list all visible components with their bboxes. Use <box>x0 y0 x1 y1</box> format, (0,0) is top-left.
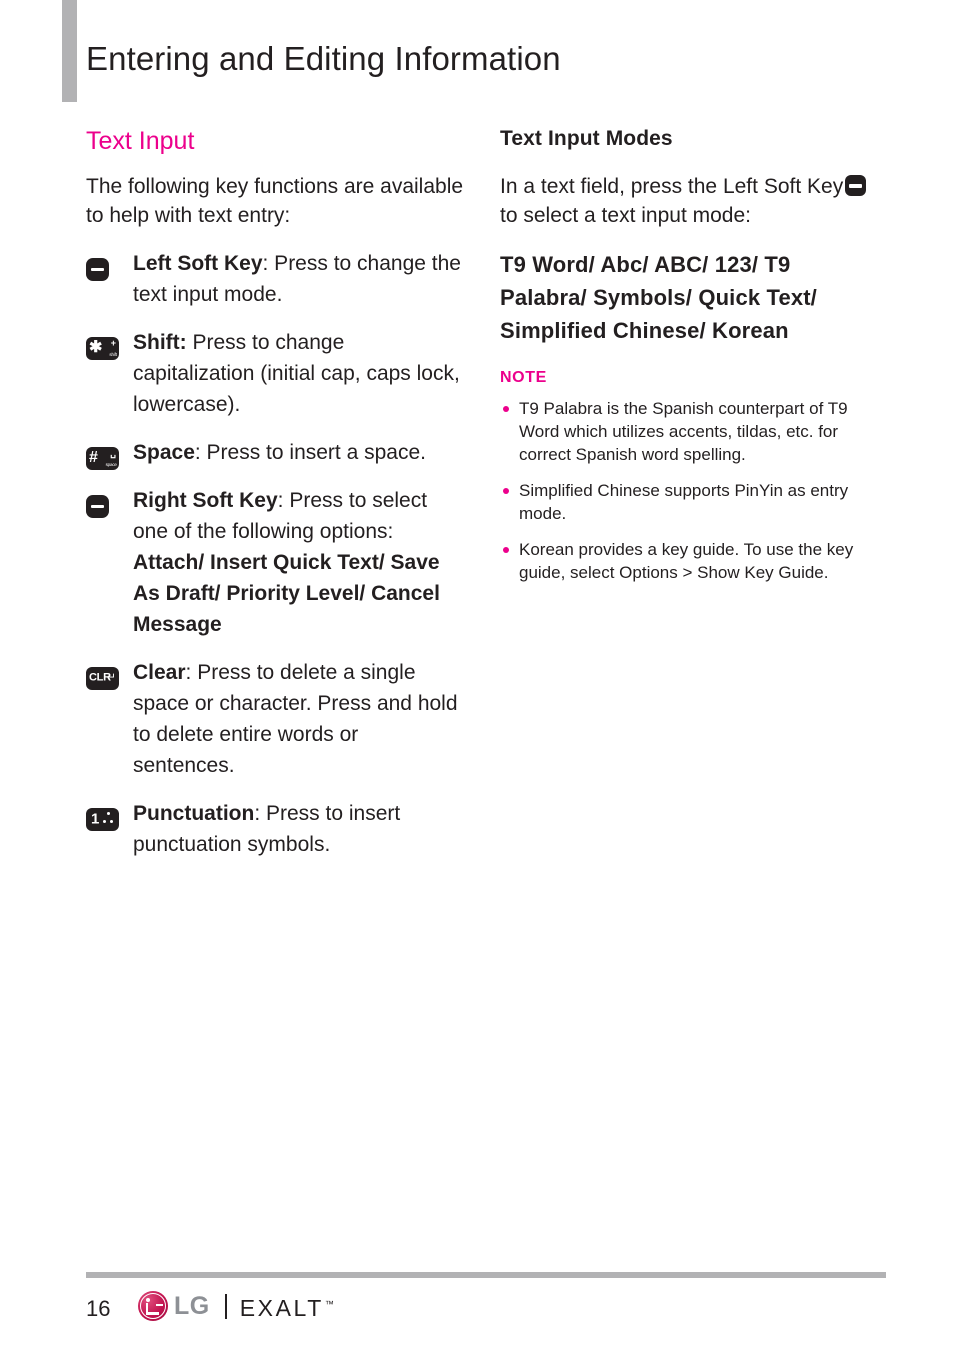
key-options-right-soft-key: Attach/ Insert Quick Text/ Save As Draft… <box>133 551 440 636</box>
left-soft-key-icon <box>86 253 109 284</box>
brand-lg-text: LG <box>174 1291 210 1320</box>
shift-key-icon: ✱ + shift <box>86 332 119 363</box>
left-column: Text Input The following key functions a… <box>86 126 464 877</box>
note-item-t9-palabra: T9 Palabra is the Spanish counterpart of… <box>500 397 880 466</box>
note-item-simplified-chinese: Simplified Chinese supports PinYin as en… <box>500 479 880 525</box>
lg-logo-icon <box>138 1291 168 1321</box>
page-header: Entering and Editing Information <box>0 0 954 108</box>
trademark-icon: ™ <box>324 1298 334 1309</box>
page-footer: 16 LG EXALT™ <box>86 1290 886 1330</box>
right-soft-key-icon <box>86 490 109 521</box>
list-item-left-soft-key: Left Soft Key: Press to change the text … <box>86 248 464 310</box>
list-item-space-key: # ␣ space Space: Press to insert a space… <box>86 437 464 470</box>
brand-model-label: EXALT <box>239 1294 324 1321</box>
key-label-punctuation: Punctuation <box>133 802 255 825</box>
text-input-modes-intro: In a text field, press the Left Soft Key… <box>500 172 880 230</box>
right-column: Text Input Modes In a text field, press … <box>500 126 880 597</box>
section-heading-text-input: Text Input <box>86 127 195 155</box>
text-input-modes-values: T9 Word/ Abc/ ABC/ 123/ T9 Palabra/ Symb… <box>500 252 817 343</box>
shift-asterisk-glyph: ✱ <box>89 339 103 357</box>
clear-key-icon: CLR ↵ <box>86 662 119 693</box>
key-label-shift: Shift: <box>133 331 187 354</box>
shift-plus-glyph: + <box>110 337 116 348</box>
modes-intro-after: to select a text input mode: <box>500 204 751 227</box>
modes-intro-before: In a text field, press the Left Soft Key <box>500 175 844 198</box>
key-label-space: Space <box>133 441 195 464</box>
punctuation-key-icon: 1 <box>86 803 119 834</box>
note-label: NOTE <box>500 369 547 386</box>
text-input-intro-paragraph: The following key functions are availabl… <box>86 175 464 227</box>
section-heading-text-input-modes: Text Input Modes <box>500 127 673 150</box>
note-list: T9 Palabra is the Spanish counterpart of… <box>500 397 880 584</box>
footer-divider <box>86 1272 886 1278</box>
list-item-punctuation-key: 1 Punctuation: Press to insert punctuati… <box>86 798 464 860</box>
list-item-right-soft-key: Right Soft Key: Press to select one of t… <box>86 485 464 640</box>
key-desc-space: : Press to insert a space. <box>194 441 426 464</box>
list-item-shift-key: ✱ + shift Shift: Press to change capital… <box>86 327 464 420</box>
left-soft-key-icon-inline <box>845 175 867 196</box>
shift-sublabel-glyph: shift <box>109 352 117 358</box>
clr-arrow-glyph: ↵ <box>106 671 116 684</box>
key-label-left-soft-key: Left Soft Key <box>133 252 263 275</box>
punct-dots-glyph <box>103 811 115 826</box>
space-hash-glyph: # <box>89 449 98 467</box>
list-item-clear-key: CLR ↵ Clear: Press to delete a single sp… <box>86 657 464 781</box>
page-number: 16 <box>86 1296 111 1321</box>
space-key-icon: # ␣ space <box>86 442 119 473</box>
brand-separator <box>224 1293 227 1319</box>
punct-one-glyph: 1 <box>91 810 100 828</box>
space-sublabel-glyph: space <box>105 462 117 468</box>
brand-model-text: EXALT™ <box>240 1293 334 1320</box>
page-title: Entering and Editing Information <box>86 40 561 77</box>
key-function-list: Left Soft Key: Press to change the text … <box>86 248 464 860</box>
header-accent-bar <box>62 0 77 102</box>
note-item-korean: Korean provides a key guide. To use the … <box>500 538 880 584</box>
brand-lockup: LG EXALT™ <box>138 1290 334 1322</box>
key-label-clear: Clear <box>133 661 186 684</box>
space-bar-glyph: ␣ <box>110 447 116 458</box>
key-label-right-soft-key: Right Soft Key <box>133 489 278 512</box>
